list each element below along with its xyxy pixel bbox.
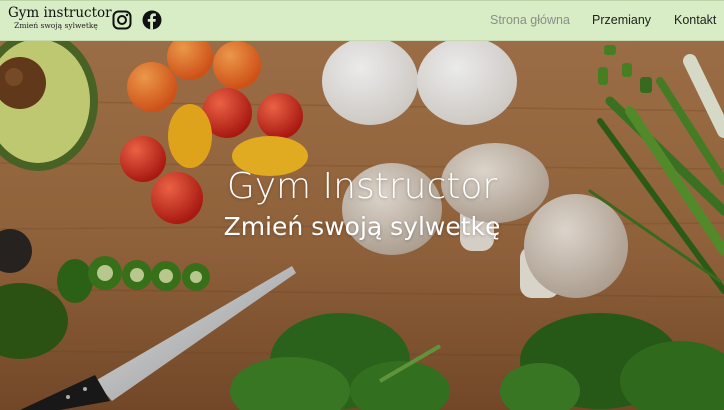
instagram-icon[interactable] bbox=[112, 10, 132, 30]
brand-subtitle: Zmień swoją sylwetkę bbox=[14, 21, 98, 30]
hero-section: Gym Instructor Zmień swoją sylwetkę bbox=[0, 41, 724, 410]
nav-transformations[interactable]: Przemiany bbox=[592, 1, 651, 40]
top-navigation-bar: Gym instructor Zmień swoją sylwetkę Stro… bbox=[0, 0, 724, 41]
hero-title: Gym Instructor bbox=[226, 166, 498, 207]
nav-home[interactable]: Strona główna bbox=[490, 1, 570, 40]
brand-logo[interactable]: Gym instructor Zmień swoją sylwetkę bbox=[8, 5, 112, 31]
brand-title: Gym instructor bbox=[8, 5, 112, 21]
hero-subtitle: Zmień swoją sylwetkę bbox=[223, 212, 501, 241]
nav-contact[interactable]: Kontakt bbox=[674, 1, 716, 40]
facebook-icon[interactable] bbox=[142, 10, 162, 30]
